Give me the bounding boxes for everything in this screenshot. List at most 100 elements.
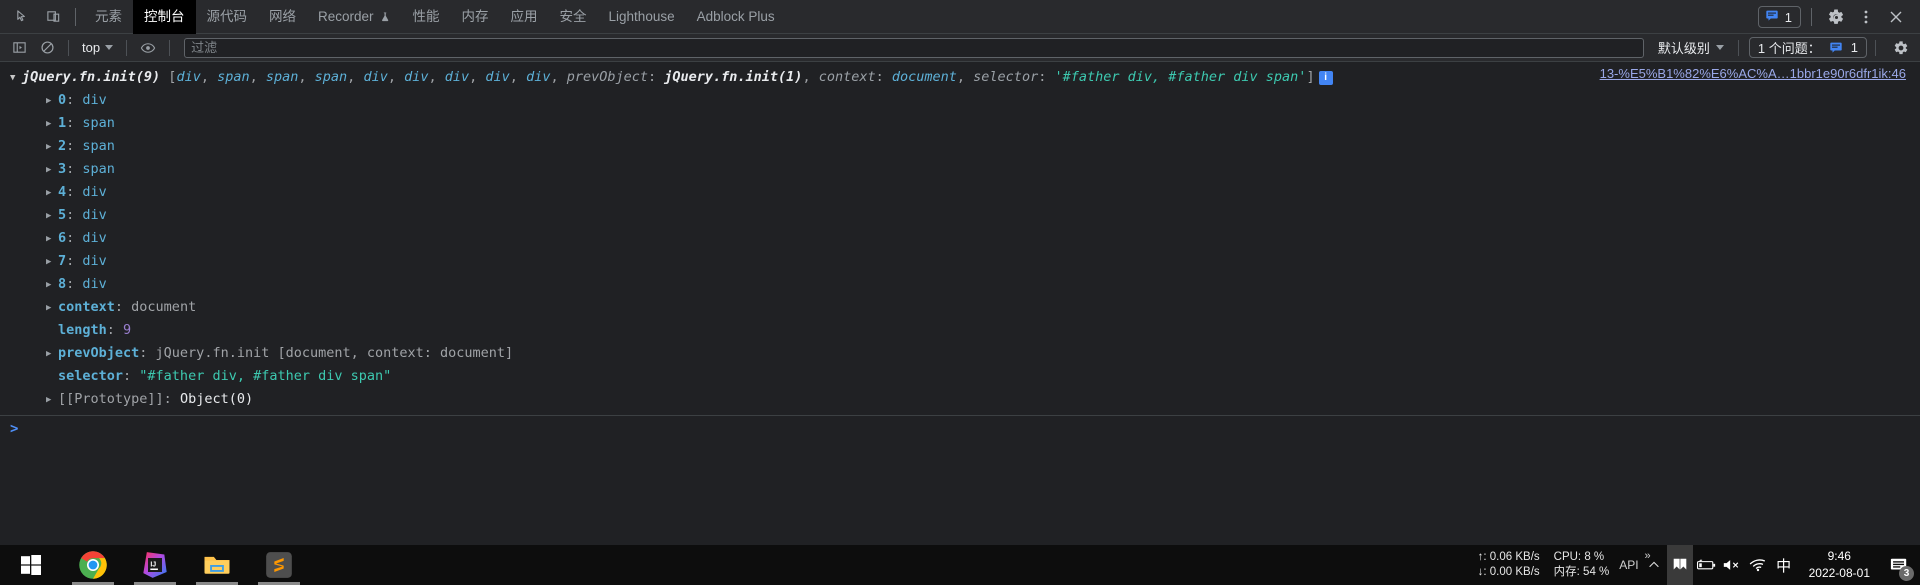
start-button[interactable] (0, 545, 62, 585)
object-entry-selector[interactable]: ▶selector: "#father div, #father div spa… (0, 365, 1920, 388)
issues-bar-button[interactable]: 1 个问题： 1 (1748, 37, 1867, 58)
battery-icon[interactable] (1693, 545, 1719, 585)
tray-app-icon[interactable] (1666, 545, 1693, 585)
clock-date: 2022-08-01 (1808, 566, 1870, 580)
entry-value: div (82, 184, 107, 200)
device-toolbar-icon[interactable] (39, 3, 67, 31)
object-entry-2[interactable]: ▶ 2: span (0, 135, 1920, 158)
entry-value: Object(0) (179, 391, 254, 407)
tab-adblock-plus-label: Adblock Plus (696, 8, 775, 24)
node-preview-3: span (314, 69, 348, 85)
disclosure-triangle-icon[interactable]: ▶ (46, 228, 58, 250)
settings-gear-icon[interactable] (1822, 3, 1850, 31)
disclosure-triangle-icon[interactable]: ▶ (46, 205, 58, 227)
disclosure-triangle-icon[interactable]: ▶ (46, 389, 58, 411)
network-download-label: ↓: 0.00 KB/s (1477, 566, 1540, 578)
entry-key: 2 (58, 138, 67, 154)
disclosure-triangle-icon[interactable]: ▶ (46, 297, 58, 319)
execution-context-selector[interactable]: top (77, 39, 118, 56)
live-expression-eye-icon[interactable] (135, 37, 161, 59)
console-output-panel[interactable]: 13-%E5%B1%82%E6%AC%A…1bbr1e90r6dfr1ik:46… (0, 62, 1920, 545)
wifi-icon[interactable] (1745, 545, 1771, 585)
tab-security[interactable]: 安全 (549, 0, 598, 34)
ime-label: 中 (1776, 556, 1792, 575)
tab-sources[interactable]: 源代码 (196, 0, 259, 34)
tab-performance[interactable]: 性能 (402, 0, 451, 34)
taskbar-clock[interactable]: 9:46 2022-08-01 (1797, 548, 1882, 582)
log-level-selector[interactable]: 默认级别 (1652, 37, 1730, 58)
taskbar-app-intellij[interactable]: IJ (124, 545, 186, 585)
clear-console-icon[interactable] (34, 37, 60, 59)
object-entry-4[interactable]: ▶ 4: div (0, 181, 1920, 204)
entry-value: jQuery.fn.init [document, context: docum… (155, 345, 514, 361)
tab-memory[interactable]: 内存 (451, 0, 500, 34)
close-icon[interactable] (1882, 3, 1910, 31)
filterbar-divider-2 (126, 39, 128, 56)
flask-icon (379, 11, 391, 23)
tab-console[interactable]: 控制台 (133, 0, 196, 34)
tab-lighthouse[interactable]: Lighthouse (598, 0, 686, 34)
chevron-double-right-icon: » (1644, 550, 1651, 562)
network-speed-indicator[interactable]: ↑: 0.06 KB/s ↓: 0.00 KB/s (1478, 550, 1540, 580)
issues-bar-label: 1 个问题： (1757, 41, 1821, 56)
taskbar-app-chrome[interactable] (62, 545, 124, 585)
node-preview-7: div (485, 69, 510, 85)
disclosure-triangle-icon[interactable]: ▶ (46, 159, 58, 181)
inspect-element-icon[interactable] (8, 3, 36, 31)
disclosure-triangle-icon[interactable]: ▶ (46, 136, 58, 158)
disclosure-triangle-icon[interactable]: ▶ (46, 113, 58, 135)
volume-muted-icon[interactable] (1719, 545, 1745, 585)
prompt-caret-icon: > (10, 421, 19, 437)
console-settings-gear-icon[interactable] (1888, 37, 1914, 59)
node-preview-0: div (176, 69, 201, 85)
system-usage-indicator[interactable]: CPU: 8 % 内存: 54 % (1554, 550, 1610, 580)
taskbar-app-explorer[interactable] (186, 545, 248, 585)
node-preview-8: div (526, 69, 551, 85)
object-entry-1[interactable]: ▶ 1: span (0, 112, 1920, 135)
entry-sep: : (66, 230, 83, 246)
tab-elements[interactable]: 元素 (84, 0, 133, 34)
disclosure-triangle-icon[interactable]: ▶ (46, 90, 58, 112)
entry-key: 7 (58, 253, 67, 269)
filter-input[interactable] (184, 37, 1644, 58)
log-level-label: 默认级别 (1657, 41, 1710, 56)
object-entry-7[interactable]: ▶ 7: div (0, 250, 1920, 273)
disclosure-triangle-icon[interactable]: ▶ (46, 343, 58, 365)
taskbar-apps: IJ (0, 545, 310, 585)
tab-lighthouse-label: Lighthouse (608, 8, 675, 24)
taskbar-app-sublime[interactable] (248, 545, 310, 585)
console-sidebar-icon[interactable] (6, 37, 32, 59)
tab-security-label: 安全 (559, 8, 587, 24)
disclosure-triangle-icon[interactable]: ▶ (46, 274, 58, 296)
object-entry-3[interactable]: ▶ 3: span (0, 158, 1920, 181)
info-badge-icon[interactable]: i (1318, 71, 1333, 85)
entry-value: div (82, 207, 107, 223)
tab-application[interactable]: 应用 (500, 0, 549, 34)
console-prompt[interactable]: > (0, 416, 1920, 442)
api-tray-label[interactable]: API » (1619, 550, 1650, 572)
object-entry-8[interactable]: ▶ 8: div (0, 273, 1920, 296)
console-source-link[interactable]: 13-%E5%B1%82%E6%AC%A…1bbr1e90r6dfr1ik:46 (1600, 66, 1906, 81)
disclosure-triangle-icon[interactable]: ▶ (46, 251, 58, 273)
issues-counter-button[interactable]: 1 (1757, 6, 1801, 28)
object-entry-length[interactable]: ▶length: 9 (0, 319, 1920, 342)
object-entry-6[interactable]: ▶ 6: div (0, 227, 1920, 250)
node-preview-1: span (217, 69, 250, 85)
tab-application-label: 应用 (510, 8, 538, 24)
entry-value: document (131, 299, 197, 315)
entry-sep: : (163, 391, 180, 407)
more-options-icon[interactable] (1852, 3, 1880, 31)
object-entry-context[interactable]: ▶ context: document (0, 296, 1920, 319)
object-entry-prototype[interactable]: ▶ [[Prototype]]: Object(0) (0, 388, 1920, 411)
notification-center-button[interactable]: 3 (1882, 545, 1916, 585)
object-entry-0[interactable]: ▶ 0: div (0, 89, 1920, 112)
devtools-tabs: 元素 控制台 源代码 网络 Recorder 性能 内存 应用 安全 Light… (84, 0, 786, 34)
ime-indicator[interactable]: 中 (1771, 545, 1797, 585)
tab-recorder[interactable]: Recorder (307, 0, 402, 34)
disclosure-triangle-open-icon[interactable]: ▼ (10, 67, 22, 89)
object-entry-5[interactable]: ▶ 5: div (0, 204, 1920, 227)
disclosure-triangle-icon[interactable]: ▶ (46, 182, 58, 204)
tab-adblock-plus[interactable]: Adblock Plus (686, 0, 786, 34)
object-entry-prevobject[interactable]: ▶ prevObject: jQuery.fn.init [document, c… (0, 342, 1920, 365)
tab-network[interactable]: 网络 (258, 0, 307, 34)
